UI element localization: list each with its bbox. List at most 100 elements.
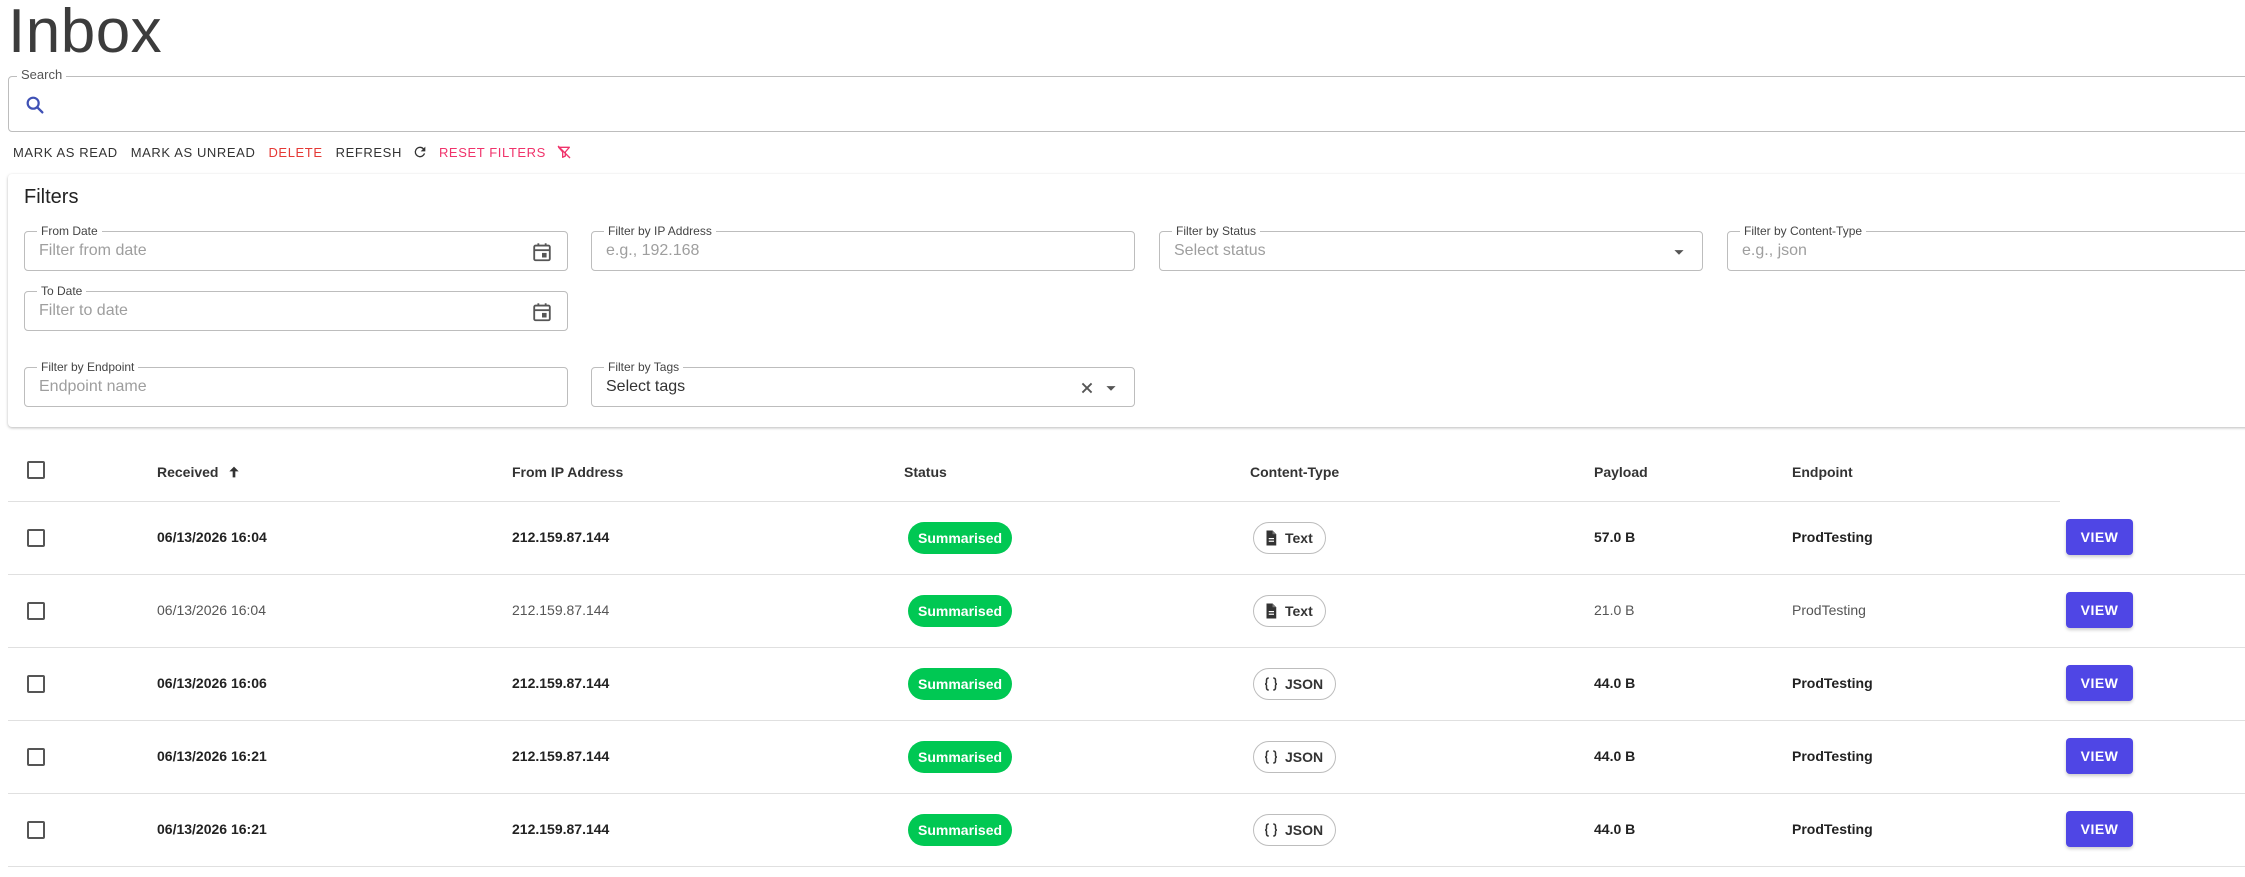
search-label: Search <box>17 67 67 82</box>
calendar-icon[interactable] <box>531 301 553 323</box>
status-badge: Summarised <box>908 522 1013 554</box>
received-cell: 06/13/2026 16:06 <box>157 675 267 691</box>
content-type-chip: Text <box>1253 522 1326 554</box>
received-cell: 06/13/2026 16:21 <box>157 821 267 837</box>
payload-cell: 44.0 B <box>1594 675 1636 691</box>
endpoint-filter-placeholder: Endpoint name <box>39 378 147 395</box>
endpoint-cell: ProdTesting <box>1792 821 1873 837</box>
column-status: Status <box>904 464 947 480</box>
status-filter-placeholder: Select status <box>1174 242 1266 259</box>
to-date-label: To Date <box>37 284 87 298</box>
payload-cell: 44.0 B <box>1594 821 1636 837</box>
row-checkbox[interactable] <box>27 748 45 766</box>
refresh-button[interactable]: REFRESH <box>336 145 402 160</box>
ip-cell: 212.159.87.144 <box>512 529 610 545</box>
filter-off-icon[interactable] <box>556 144 572 160</box>
content-type-chip: Text <box>1253 595 1326 627</box>
content-type-label: JSON <box>1285 822 1324 838</box>
endpoint-filter-field[interactable]: Filter by Endpoint Endpoint name <box>24 360 568 407</box>
row-checkbox[interactable] <box>27 821 45 839</box>
row-checkbox[interactable] <box>27 602 45 620</box>
endpoint-cell: ProdTesting <box>1792 602 1866 618</box>
endpoint-cell: ProdTesting <box>1792 675 1873 691</box>
received-cell: 06/13/2026 16:21 <box>157 748 267 764</box>
chevron-down-icon[interactable] <box>1100 377 1122 399</box>
column-received[interactable]: Received <box>157 464 242 480</box>
from-date-placeholder: Filter from date <box>39 242 147 259</box>
braces-icon <box>1264 750 1278 764</box>
action-bar: MARK AS READ MARK AS UNREAD DELETE REFRE… <box>13 143 583 161</box>
content-type-label: JSON <box>1285 676 1324 692</box>
content-type-label: Text <box>1285 603 1313 619</box>
table-row[interactable]: 06/13/2026 16:21 212.159.87.144 Summarised… <box>8 721 2245 794</box>
content-type-chip: JSON <box>1253 741 1337 773</box>
tags-filter-select[interactable]: Filter by Tags Select tags <box>591 360 1135 407</box>
page-title: Inbox <box>8 0 163 66</box>
search-icon <box>26 96 44 114</box>
from-date-field[interactable]: From Date Filter from date <box>24 224 568 271</box>
status-filter-select[interactable]: Filter by Status Select status <box>1159 224 1703 271</box>
view-button[interactable]: VIEW <box>2066 592 2133 628</box>
endpoint-cell: ProdTesting <box>1792 748 1873 764</box>
status-badge: Summarised <box>908 668 1013 700</box>
view-button[interactable]: VIEW <box>2066 519 2133 555</box>
calendar-icon[interactable] <box>531 241 553 263</box>
mark-as-read-button[interactable]: MARK AS READ <box>13 145 118 160</box>
status-filter-label: Filter by Status <box>1172 224 1261 238</box>
refresh-icon[interactable] <box>412 144 428 160</box>
payload-cell: 44.0 B <box>1594 748 1636 764</box>
view-button[interactable]: VIEW <box>2066 738 2133 774</box>
ip-cell: 212.159.87.144 <box>512 748 610 764</box>
table-row[interactable]: 06/13/2026 16:04 212.159.87.144 Summarised… <box>8 575 2245 648</box>
tags-filter-value: Select tags <box>606 378 686 395</box>
received-cell: 06/13/2026 16:04 <box>157 602 266 618</box>
status-badge: Summarised <box>908 595 1013 627</box>
ip-filter-field[interactable]: Filter by IP Address e.g., 192.168 <box>591 224 1135 271</box>
table-row[interactable]: 06/13/2026 16:04 212.159.87.144 Summarised… <box>8 502 2245 575</box>
table-row[interactable]: 06/13/2026 16:06 212.159.87.144 Summarised… <box>8 648 2245 721</box>
document-icon <box>1266 530 1277 546</box>
ip-cell: 212.159.87.144 <box>512 602 610 618</box>
status-badge: Summarised <box>908 814 1013 846</box>
table-row[interactable]: 06/13/2026 16:21 212.159.87.144 Summarised… <box>8 794 2245 867</box>
content-type-filter-label: Filter by Content-Type <box>1740 224 1867 238</box>
row-checkbox[interactable] <box>27 675 45 693</box>
view-button[interactable]: VIEW <box>2066 811 2133 847</box>
document-icon <box>1266 603 1277 619</box>
content-type-filter-placeholder: e.g., json <box>1742 242 1807 259</box>
row-checkbox[interactable] <box>27 529 45 547</box>
select-all-checkbox[interactable] <box>27 461 45 479</box>
ip-filter-placeholder: e.g., 192.168 <box>606 242 700 259</box>
clear-icon[interactable] <box>1076 377 1098 399</box>
reset-filters-button[interactable]: RESET FILTERS <box>439 145 546 160</box>
chevron-down-icon[interactable] <box>1668 241 1690 263</box>
from-date-label: From Date <box>37 224 102 238</box>
to-date-placeholder: Filter to date <box>39 302 128 319</box>
column-content-type: Content-Type <box>1250 464 1340 480</box>
content-type-filter-field[interactable]: Filter by Content-Type e.g., json <box>1727 224 2245 271</box>
content-type-label: Text <box>1285 530 1313 546</box>
content-type-label: JSON <box>1285 749 1324 765</box>
delete-button[interactable]: DELETE <box>268 145 322 160</box>
received-cell: 06/13/2026 16:04 <box>157 529 267 545</box>
payload-cell: 57.0 B <box>1594 529 1636 545</box>
content-type-chip: JSON <box>1253 668 1337 700</box>
to-date-field[interactable]: To Date Filter to date <box>24 284 568 331</box>
payload-cell: 21.0 B <box>1594 602 1635 618</box>
tags-filter-label: Filter by Tags <box>604 360 684 374</box>
braces-icon <box>1264 823 1278 837</box>
status-badge: Summarised <box>908 741 1013 773</box>
filters-title: Filters <box>24 186 79 208</box>
endpoint-filter-label: Filter by Endpoint <box>37 360 139 374</box>
search-input[interactable] <box>8 76 2245 132</box>
table-header: Received From IP Address Status Content-… <box>8 446 2060 502</box>
column-endpoint: Endpoint <box>1792 464 1853 480</box>
ip-filter-label: Filter by IP Address <box>604 224 716 238</box>
braces-icon <box>1264 677 1278 691</box>
sort-ascending-icon[interactable] <box>226 464 242 480</box>
column-payload: Payload <box>1594 464 1648 480</box>
ip-cell: 212.159.87.144 <box>512 675 610 691</box>
ip-cell: 212.159.87.144 <box>512 821 610 837</box>
view-button[interactable]: VIEW <box>2066 665 2133 701</box>
mark-as-unread-button[interactable]: MARK AS UNREAD <box>131 145 256 160</box>
